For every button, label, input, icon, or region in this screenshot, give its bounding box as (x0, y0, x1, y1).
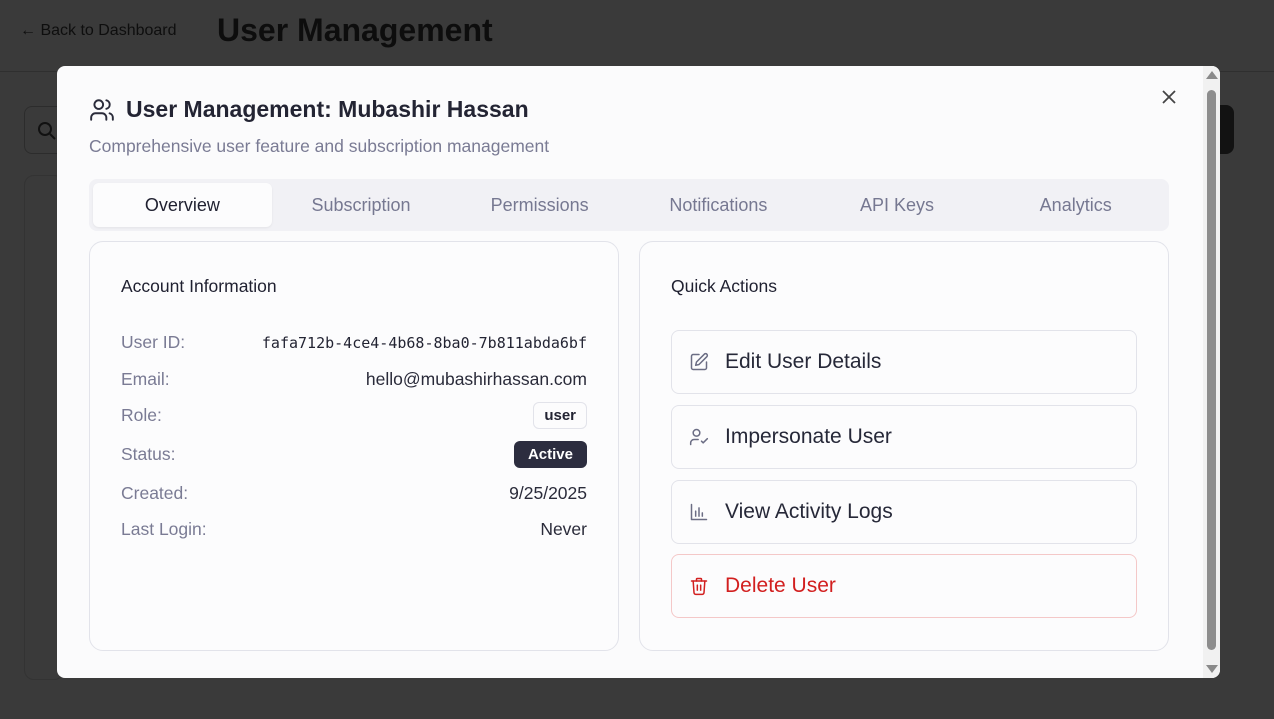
tab-notifications[interactable]: Notifications (629, 183, 808, 227)
user-id-value: fafa712b-4ce4-4b68-8ba0-7b811abda6bf (261, 333, 587, 352)
scroll-thumb[interactable] (1207, 90, 1216, 650)
info-row-status: Status: Active (121, 441, 587, 468)
edit-icon (690, 352, 709, 371)
email-value: hello@mubashirhassan.com (365, 369, 587, 389)
tab-overview[interactable]: Overview (93, 183, 272, 227)
delete-user-button[interactable]: Delete User (671, 554, 1137, 618)
info-label: Last Login: (121, 519, 207, 539)
account-information-card: Account Information User ID: fafa712b-4c… (89, 241, 619, 651)
dialog-scrollbar[interactable] (1203, 66, 1220, 678)
created-value: 9/25/2025 (509, 483, 587, 503)
action-label: Edit User Details (725, 350, 882, 373)
tab-list: Overview Subscription Permissions Notifi… (89, 179, 1169, 231)
status-badge: Active (513, 441, 587, 468)
scroll-down-arrow-icon[interactable] (1206, 665, 1218, 673)
edit-user-details-button[interactable]: Edit User Details (671, 330, 1137, 394)
info-label: Status: (121, 444, 176, 464)
info-label: User ID: (121, 332, 186, 352)
action-label: Delete User (725, 574, 836, 597)
users-icon (90, 98, 114, 121)
user-management-dialog: User Management: Mubashir Hassan Compreh… (57, 66, 1220, 678)
action-label: View Activity Logs (725, 500, 893, 523)
trash-icon (690, 577, 708, 596)
tab-api-keys[interactable]: API Keys (808, 183, 987, 227)
close-icon (1162, 90, 1176, 104)
page-title: User Management (217, 12, 493, 48)
scroll-up-arrow-icon[interactable] (1206, 71, 1218, 79)
info-row-last-login: Last Login: Never (121, 519, 587, 540)
card-title: Account Information (121, 276, 277, 296)
page-header: ← Back to Dashboard User Management (0, 0, 1274, 72)
info-label: Created: (121, 483, 189, 503)
view-activity-logs-button[interactable]: View Activity Logs (671, 480, 1137, 544)
info-label: Email: (121, 369, 170, 389)
impersonate-user-button[interactable]: Impersonate User (671, 405, 1137, 469)
dialog-subtitle: Comprehensive user feature and subscript… (89, 136, 550, 156)
tab-permissions[interactable]: Permissions (450, 183, 629, 227)
last-login-value: Never (540, 519, 587, 539)
quick-actions-card: Quick Actions Edit User Details Imperson… (639, 241, 1169, 651)
info-label: Role: (121, 405, 162, 425)
card-title: Quick Actions (671, 276, 778, 296)
action-label: Impersonate User (725, 425, 892, 448)
info-row-email: Email: hello@mubashirhassan.com (121, 369, 587, 390)
role-badge: user (533, 402, 587, 429)
info-row-created: Created: 9/25/2025 (121, 483, 587, 504)
search-icon (38, 122, 56, 140)
user-check-icon (689, 428, 709, 446)
dialog-header: User Management: Mubashir Hassan Compreh… (89, 96, 549, 157)
dialog-title: User Management: Mubashir Hassan (126, 96, 529, 122)
close-button[interactable] (1158, 86, 1180, 108)
tab-analytics[interactable]: Analytics (986, 183, 1165, 227)
bar-chart-icon (690, 503, 708, 521)
back-to-dashboard-link[interactable]: ← Back to Dashboard (20, 22, 177, 40)
info-row-user-id: User ID: fafa712b-4ce4-4b68-8ba0-7b811ab… (121, 332, 587, 353)
tab-subscription[interactable]: Subscription (272, 183, 451, 227)
info-row-role: Role: user (121, 402, 587, 429)
